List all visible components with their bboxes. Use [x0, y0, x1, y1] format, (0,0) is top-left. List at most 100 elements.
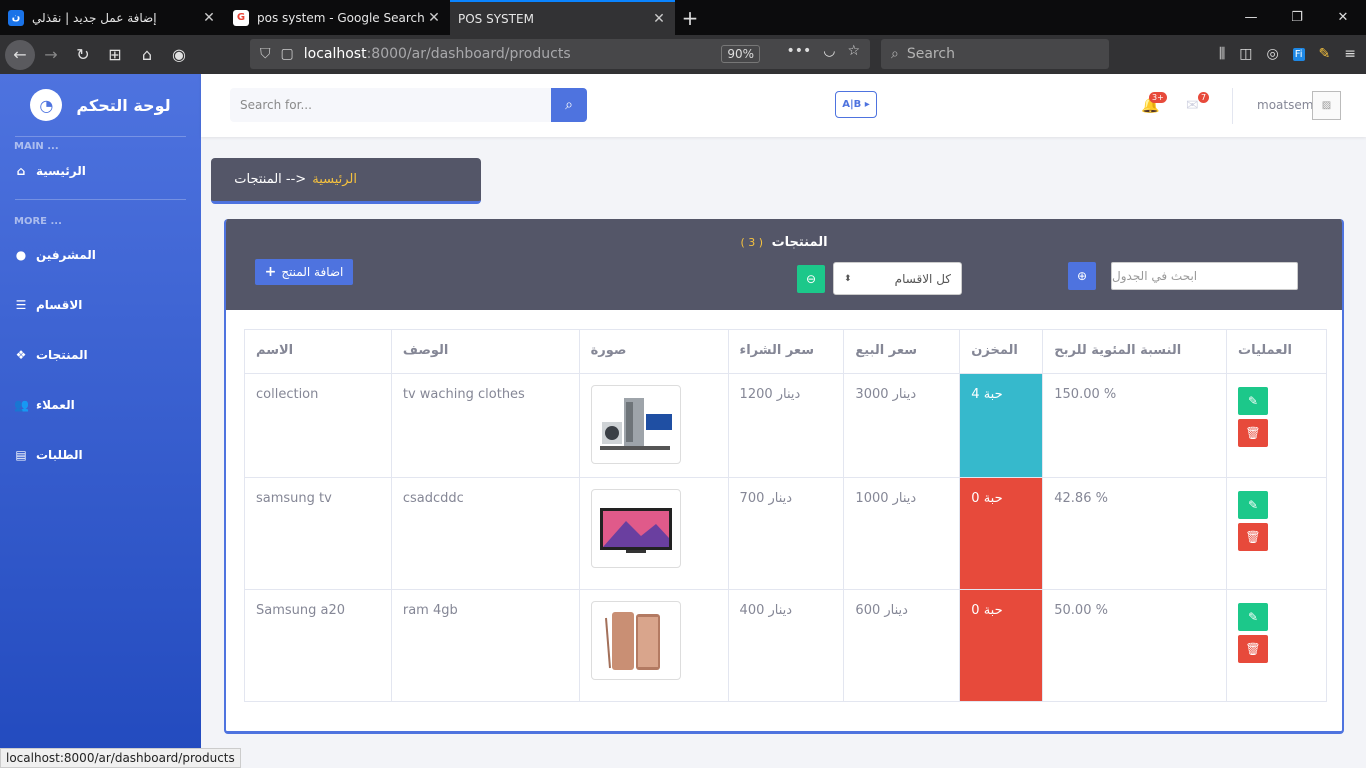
sidebar-item-orders[interactable]: ▤ الطلبات	[0, 430, 201, 480]
url-icons: ••• ◡ ☆	[786, 43, 860, 59]
edit-button[interactable]: ✎	[1238, 387, 1268, 415]
column-header-stock[interactable]: المخزن	[959, 329, 1044, 374]
alerts-badge: 3+	[1149, 92, 1167, 103]
product-image[interactable]	[590, 601, 681, 680]
column-header-profit[interactable]: النسبة المئوية للربح	[1042, 329, 1227, 374]
screenshot-icon[interactable]: ⊞	[99, 39, 131, 71]
address-bar[interactable]: ⛉ ▢ localhost:8000/ar/dashboard/products…	[250, 39, 870, 69]
sidebar-item-label: الرئيسية	[36, 164, 86, 178]
search-icon: ⌕	[565, 97, 573, 113]
sidebar-item-home[interactable]: ⌂ الرئيسية	[0, 151, 201, 191]
reset-filter-button[interactable]: ⊖	[797, 265, 825, 293]
messages-badge: 7	[1198, 92, 1210, 103]
broken-image-icon: ▨	[1321, 100, 1332, 111]
product-image-cell	[578, 373, 729, 478]
actions-cell: ✎ 🗑	[1226, 477, 1327, 590]
sidebar-item-categories[interactable]: ☰ الاقسام	[0, 280, 201, 330]
back-icon[interactable]: ←	[5, 39, 35, 70]
browser-tab-bar: ن إضافة عمل جديد | نقذلي ✕ G pos system …	[0, 0, 1366, 35]
table-search-button[interactable]: ⊕	[1068, 262, 1096, 290]
category-select[interactable]: ⬍ كل الاقسام	[833, 262, 962, 295]
profit-percent: 50.00 %	[1042, 589, 1227, 702]
users-icon: 👥	[14, 398, 29, 412]
dashboard-gauge-icon: ◔	[30, 89, 63, 121]
more-icon[interactable]: •••	[786, 43, 811, 59]
browser-search-input[interactable]: ⌕ Search	[881, 39, 1109, 69]
close-tab-icon[interactable]: ✕	[651, 11, 667, 27]
top-header: Search for... ⌕ A|B ▸ 🔔 3+ ✉ 7 moatsem ▨	[201, 74, 1366, 137]
bookmark-star-icon[interactable]: ☆	[847, 43, 860, 59]
delete-button[interactable]: 🗑	[1238, 523, 1268, 551]
close-tab-icon[interactable]: ✕	[426, 10, 442, 26]
brand-title: لوحة التحكم	[76, 95, 171, 115]
forward-icon[interactable]: →	[35, 39, 67, 71]
product-description: csadcddc	[390, 477, 580, 590]
restore-icon[interactable]: ❐	[1274, 0, 1320, 35]
mask-icon[interactable]: ◉	[163, 39, 195, 71]
close-tab-icon[interactable]: ✕	[201, 10, 217, 26]
receipt-icon: ▤	[15, 448, 27, 462]
sidebar-item-products[interactable]: ❖ المنتجات	[0, 330, 201, 380]
column-header-buy-price[interactable]: سعر الشراء	[727, 329, 845, 374]
column-header-sell-price[interactable]: سعر البيع	[843, 329, 961, 374]
table-search-input[interactable]: ابحث في الجدول	[1111, 262, 1298, 290]
extension-icon[interactable]: Fi	[1292, 47, 1305, 61]
search-button[interactable]: ⌕	[551, 88, 587, 122]
sidebar: ◔ لوحة التحكم MAIN ... ⌂ الرئيسية MORE .…	[0, 74, 201, 768]
topbar-divider	[1232, 88, 1233, 124]
new-tab-icon[interactable]: +	[675, 0, 705, 35]
browser-tab-2[interactable]: G pos system - Google Search ✕	[225, 0, 450, 35]
breadcrumb-home-link[interactable]: الرئيسية	[312, 172, 357, 187]
actions-cell: ✎ 🗑	[1226, 373, 1327, 478]
avatar[interactable]: ▨	[1312, 91, 1341, 120]
translate-icon: A|B ▸	[842, 99, 870, 110]
menu-icon[interactable]: ≡	[1344, 46, 1356, 62]
username[interactable]: moatsem	[1257, 98, 1313, 112]
sell-price: 1000 دينار	[843, 477, 961, 590]
delete-button[interactable]: 🗑	[1238, 635, 1268, 663]
product-image-cell	[578, 477, 729, 590]
column-header-image[interactable]: صورة	[578, 329, 729, 374]
edit-button[interactable]: ✎	[1238, 603, 1268, 631]
browser-tab-3[interactable]: POS SYSTEM ✕	[450, 0, 675, 35]
sidebar-item-admins[interactable]: ● المشرفين	[0, 230, 201, 280]
add-product-button[interactable]: + اضافة المنتج	[255, 259, 353, 285]
library-icon[interactable]: ⫼	[1219, 46, 1225, 62]
plus-icon: +	[264, 264, 277, 280]
zoom-level[interactable]: 90%	[721, 45, 760, 63]
phone-image	[604, 611, 660, 670]
column-header-name[interactable]: الاسم	[244, 329, 392, 374]
home-icon[interactable]: ⌂	[131, 39, 163, 71]
page-info-icon: ▢	[280, 46, 294, 62]
language-toggle-button[interactable]: A|B ▸	[835, 91, 877, 118]
messages-envelope-icon[interactable]: ✉ 7	[1186, 92, 1210, 114]
column-header-description[interactable]: الوصف	[390, 329, 580, 374]
sidebar-item-customers[interactable]: 👥 العملاء	[0, 380, 201, 430]
browser-search-placeholder: Search	[906, 46, 955, 62]
delete-button[interactable]: 🗑	[1238, 419, 1268, 447]
page-title: المنتجات ( 3 )	[740, 235, 828, 250]
product-image[interactable]	[590, 489, 681, 568]
reload-icon[interactable]: ↻	[67, 39, 99, 71]
search-input[interactable]: Search for...	[230, 88, 552, 122]
card-header: المنتجات ( 3 ) + اضافة المنتج ⊖ ⬍ كل الا…	[226, 219, 1342, 310]
minimize-icon[interactable]: —	[1228, 0, 1274, 35]
products-table: الاسم الوصف صورة سعر الشراء سعر البيع ال…	[244, 329, 1327, 702]
close-window-icon[interactable]: ✕	[1320, 0, 1366, 35]
product-image[interactable]	[590, 385, 681, 464]
browser-tab-1[interactable]: ن إضافة عمل جديد | نقذلي ✕	[0, 0, 225, 35]
buy-price: 700 دينار	[727, 477, 845, 590]
account-icon[interactable]: ◎	[1267, 46, 1279, 62]
edit-icon: ✎	[1247, 394, 1259, 408]
zoom-out-icon: ⊖	[805, 272, 817, 286]
edit-button[interactable]: ✎	[1238, 491, 1268, 519]
sidebar-brand[interactable]: ◔ لوحة التحكم	[0, 74, 201, 136]
sidebar-icon[interactable]: ◫	[1239, 46, 1252, 62]
actions-cell: ✎ 🗑	[1226, 589, 1327, 702]
extension-brush-icon[interactable]: ✎	[1319, 46, 1331, 62]
browser-status-bar: localhost:8000/ar/dashboard/products	[0, 748, 241, 768]
alerts-bell-icon[interactable]: 🔔 3+	[1141, 92, 1167, 114]
pocket-icon[interactable]: ◡	[823, 43, 835, 59]
sidebar-heading-more: MORE ...	[14, 216, 62, 227]
edit-icon: ✎	[1247, 610, 1259, 624]
